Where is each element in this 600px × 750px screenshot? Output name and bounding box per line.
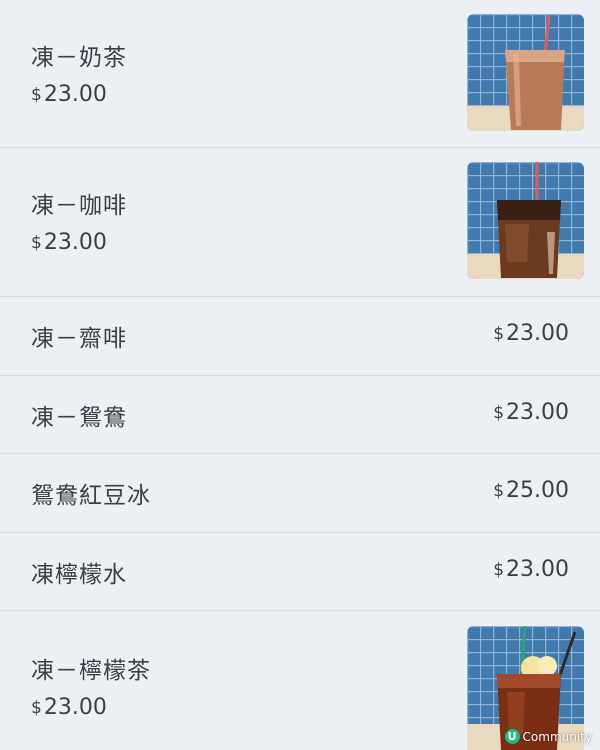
item-price: $25.00 [493, 478, 569, 503]
item-name: 鴛鴦紅豆冰 [31, 483, 151, 509]
price-value: 23.00 [43, 695, 107, 720]
item-name: 凍－檸檬茶 [31, 658, 151, 684]
menu-item-iced-milk-tea[interactable]: 凍－奶茶 $23.00 [0, 0, 600, 148]
menu-item-iced-lemon-water[interactable]: 凍檸檬水 $23.00 [0, 533, 600, 611]
item-name: 凍－鴛鴦 [31, 405, 127, 431]
currency-symbol: $ [493, 403, 505, 423]
currency-symbol: $ [493, 481, 505, 501]
menu-item-iced-yuenyeung[interactable]: 凍－鴛鴦 $23.00 [0, 376, 600, 454]
iced-milk-tea-photo[interactable] [467, 14, 584, 131]
price-value: 25.00 [506, 478, 569, 503]
u-community-watermark: U Community [504, 729, 592, 744]
menu-item-yuenyeung-red-bean-ice[interactable]: 鴛鴦紅豆冰 $25.00 [0, 454, 600, 533]
currency-symbol: $ [493, 324, 505, 344]
item-price: $23.00 [31, 82, 107, 107]
currency-symbol: $ [31, 85, 42, 105]
price-value: 23.00 [506, 557, 569, 582]
currency-symbol: $ [31, 698, 42, 718]
item-name: 凍－咖啡 [31, 193, 127, 219]
item-name: 凍－齋啡 [31, 326, 127, 352]
price-value: 23.00 [43, 230, 107, 255]
item-name: 凍檸檬水 [31, 562, 127, 588]
currency-symbol: $ [493, 560, 505, 580]
menu-item-iced-black-coffee[interactable]: 凍－齋啡 $23.00 [0, 297, 600, 376]
item-price: $23.00 [493, 321, 569, 346]
item-price: $23.00 [31, 230, 107, 255]
u-logo-icon: U [504, 729, 520, 744]
item-price: $23.00 [493, 400, 569, 425]
menu-item-iced-lemon-tea[interactable]: 凍－檸檬茶 $23.00 U Community [0, 611, 600, 750]
price-value: 23.00 [43, 82, 107, 107]
currency-symbol: $ [31, 233, 42, 253]
item-price: $23.00 [493, 557, 569, 582]
menu-list: 凍－奶茶 $23.00 凍－咖啡 $23.00 凍－齋啡 $23.00 凍－鴛鴦… [0, 0, 600, 750]
price-value: 23.00 [506, 321, 569, 346]
menu-item-iced-coffee[interactable]: 凍－咖啡 $23.00 [0, 148, 600, 297]
watermark-text: Community [522, 729, 592, 744]
iced-coffee-photo[interactable] [467, 162, 584, 279]
price-value: 23.00 [506, 400, 569, 425]
item-price: $23.00 [31, 695, 107, 720]
item-name: 凍－奶茶 [31, 45, 127, 71]
